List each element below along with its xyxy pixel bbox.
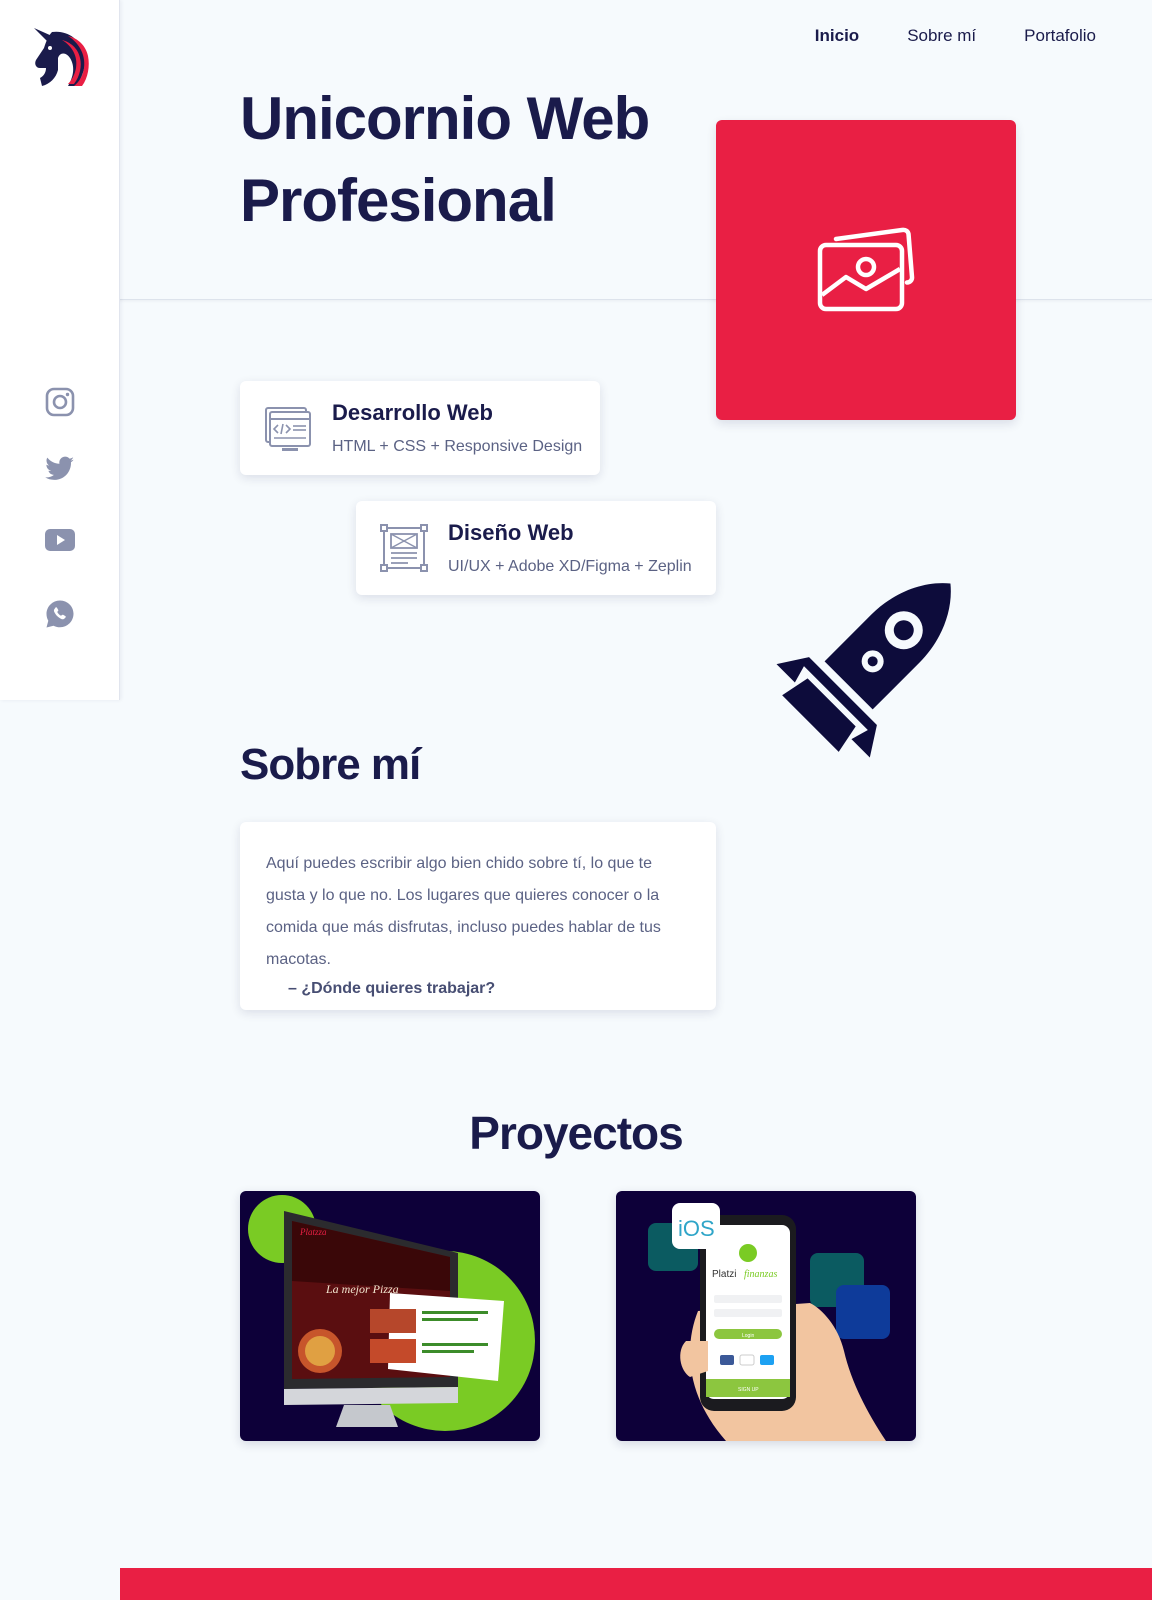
code-window-icon bbox=[265, 407, 311, 451]
nav-inicio[interactable]: Inicio bbox=[815, 26, 859, 46]
about-title: Sobre mí bbox=[240, 740, 421, 789]
project-image-platzza: Platzza La mejor Pizza bbox=[248, 1195, 535, 1431]
service-card-desarrollo[interactable]: Desarrollo Web HTML + CSS + Responsive D… bbox=[240, 381, 600, 475]
service-desc: HTML + CSS + Responsive Design bbox=[332, 438, 583, 455]
finanzas-brand-a: Platzi bbox=[712, 1269, 736, 1280]
about-question: – ¿Dónde quieres trabajar? bbox=[288, 980, 496, 997]
hero-title-line2: Profesional bbox=[240, 167, 557, 234]
about-text: Aquí puedes escribir algo bien chido sob… bbox=[266, 855, 661, 968]
nav-portafolio[interactable]: Portafolio bbox=[1024, 26, 1096, 46]
service-card-diseno[interactable]: Diseño Web UI/UX + Adobe XD/Figma + Zepl… bbox=[356, 501, 716, 595]
project-card-platzza[interactable]: Platzza La mejor Pizza bbox=[240, 1191, 540, 1441]
hero-title-line1: Unicornio Web bbox=[240, 85, 650, 152]
twitter-icon[interactable] bbox=[43, 452, 77, 486]
signup-label: SIGN UP bbox=[738, 1387, 759, 1393]
project-image-finanzas: iOS Platzi finanzas Login SIGN UP bbox=[648, 1203, 890, 1441]
nav-sobre-mi[interactable]: Sobre mí bbox=[907, 26, 976, 46]
ios-badge: iOS bbox=[678, 1216, 715, 1241]
footer-band bbox=[120, 1568, 1152, 1600]
projects-title: Proyectos bbox=[469, 1107, 683, 1159]
youtube-icon[interactable] bbox=[43, 523, 77, 557]
project-card-platzi-finanzas[interactable]: iOS Platzi finanzas Login SIGN UP bbox=[616, 1191, 916, 1441]
images-icon bbox=[817, 227, 915, 312]
login-button-label: Login bbox=[742, 1333, 754, 1339]
instagram-icon[interactable] bbox=[43, 385, 77, 419]
hero-title: Unicornio Web Profesional bbox=[240, 78, 680, 242]
platzza-headline: La mejor Pizza bbox=[325, 1282, 399, 1296]
wireframe-icon bbox=[380, 524, 428, 572]
service-title: Desarrollo Web bbox=[332, 400, 493, 425]
hero-image bbox=[716, 120, 1016, 420]
service-title: Diseño Web bbox=[448, 520, 574, 545]
sidebar bbox=[0, 0, 120, 700]
main-nav: Inicio Sobre mí Portafolio bbox=[815, 26, 1096, 46]
platzza-brand: Platzza bbox=[299, 1227, 327, 1237]
rocket-icon bbox=[776, 583, 951, 758]
service-desc: UI/UX + Adobe XD/Figma + Zeplin bbox=[448, 558, 692, 575]
about-card: Aquí puedes escribir algo bien chido sob… bbox=[240, 822, 716, 1010]
unicorn-logo-icon[interactable] bbox=[30, 22, 90, 90]
whatsapp-icon[interactable] bbox=[43, 597, 77, 631]
finanzas-brand-b: finanzas bbox=[744, 1269, 777, 1280]
